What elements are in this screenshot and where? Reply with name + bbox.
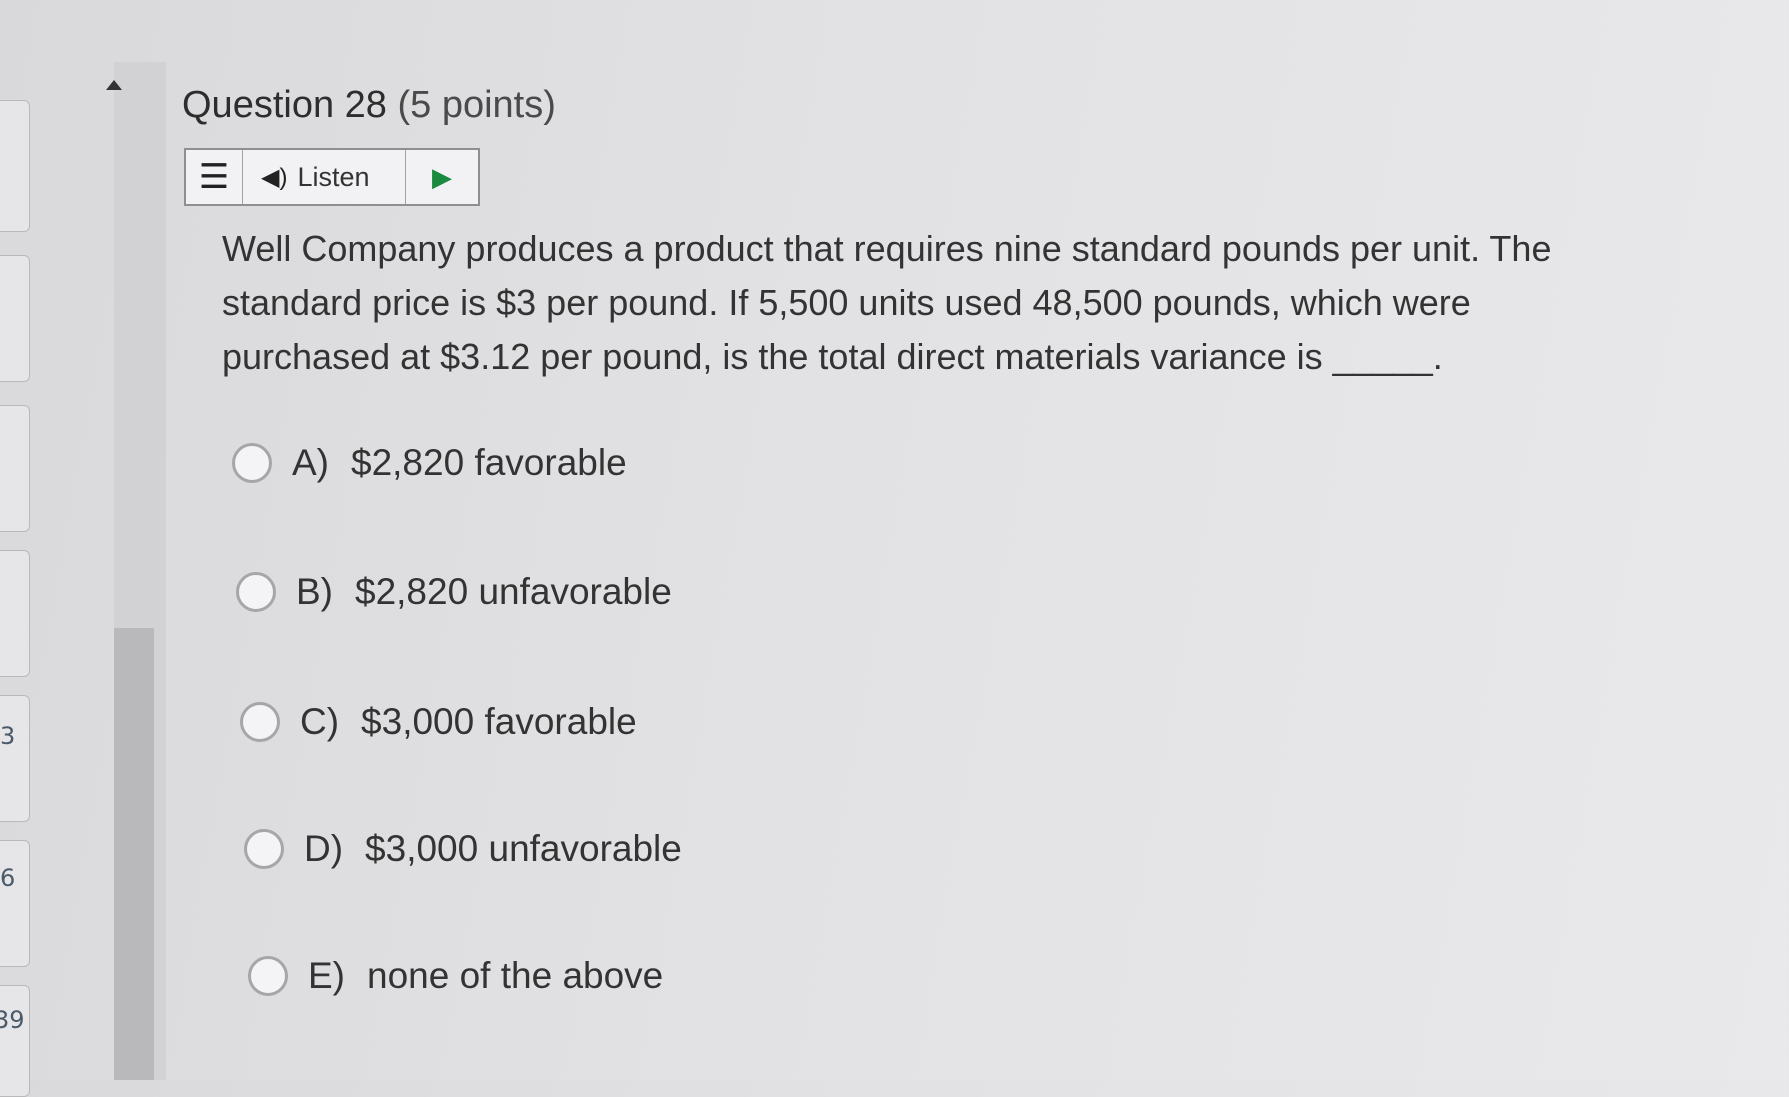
option-text: $3,000 unfavorable	[365, 828, 682, 869]
option-b[interactable]: B) $2,820 unfavorable	[236, 571, 672, 613]
question-points: (5 points)	[397, 84, 556, 126]
option-letter: A)	[292, 442, 329, 483]
rail-item[interactable]	[0, 405, 30, 532]
question-title: Question 28 (5 points)	[182, 84, 556, 127]
option-letter: B)	[296, 571, 333, 612]
radio-button[interactable]	[248, 956, 288, 996]
rail-number: 39	[0, 1006, 25, 1034]
rail-item[interactable]	[0, 840, 30, 967]
option-a[interactable]: A) $2,820 favorable	[232, 442, 627, 484]
rail-item[interactable]	[0, 255, 30, 382]
radio-button[interactable]	[240, 702, 280, 742]
rail-item[interactable]	[0, 985, 30, 1097]
option-letter: D)	[304, 828, 344, 869]
listen-toolbar: ☰ ◀) Listen ▶	[184, 148, 480, 206]
play-icon[interactable]: ▶	[406, 150, 478, 204]
rail-number: 6	[0, 864, 16, 892]
option-letter: E)	[308, 955, 345, 996]
rail-item[interactable]	[0, 550, 30, 677]
option-text: $2,820 favorable	[351, 442, 627, 483]
option-text: $2,820 unfavorable	[355, 571, 672, 612]
rail-item[interactable]	[0, 695, 30, 822]
scroll-up-icon[interactable]	[106, 80, 122, 90]
radio-button[interactable]	[232, 443, 272, 483]
question-text: Well Company produces a product that req…	[222, 228, 1552, 377]
speaker-icon: ◀)	[261, 163, 288, 191]
option-text: none of the above	[367, 955, 664, 996]
radio-button[interactable]	[236, 572, 276, 612]
option-e[interactable]: E) none of the above	[248, 955, 663, 997]
option-letter: C)	[300, 701, 340, 742]
menu-icon[interactable]: ☰	[186, 150, 243, 204]
rail-number: 3	[0, 722, 16, 750]
option-d[interactable]: D) $3,000 unfavorable	[244, 828, 682, 870]
option-c[interactable]: C) $3,000 favorable	[240, 701, 637, 743]
question-number: Question 28	[182, 84, 387, 126]
listen-label: Listen	[297, 161, 370, 192]
rail-item[interactable]	[0, 100, 30, 232]
listen-button[interactable]: ◀) Listen	[243, 150, 406, 204]
question-nav-rail: 3 6 39	[0, 0, 40, 1097]
option-text: $3,000 favorable	[361, 701, 637, 742]
scrollbar-thumb[interactable]	[114, 628, 154, 1080]
radio-button[interactable]	[244, 829, 284, 869]
